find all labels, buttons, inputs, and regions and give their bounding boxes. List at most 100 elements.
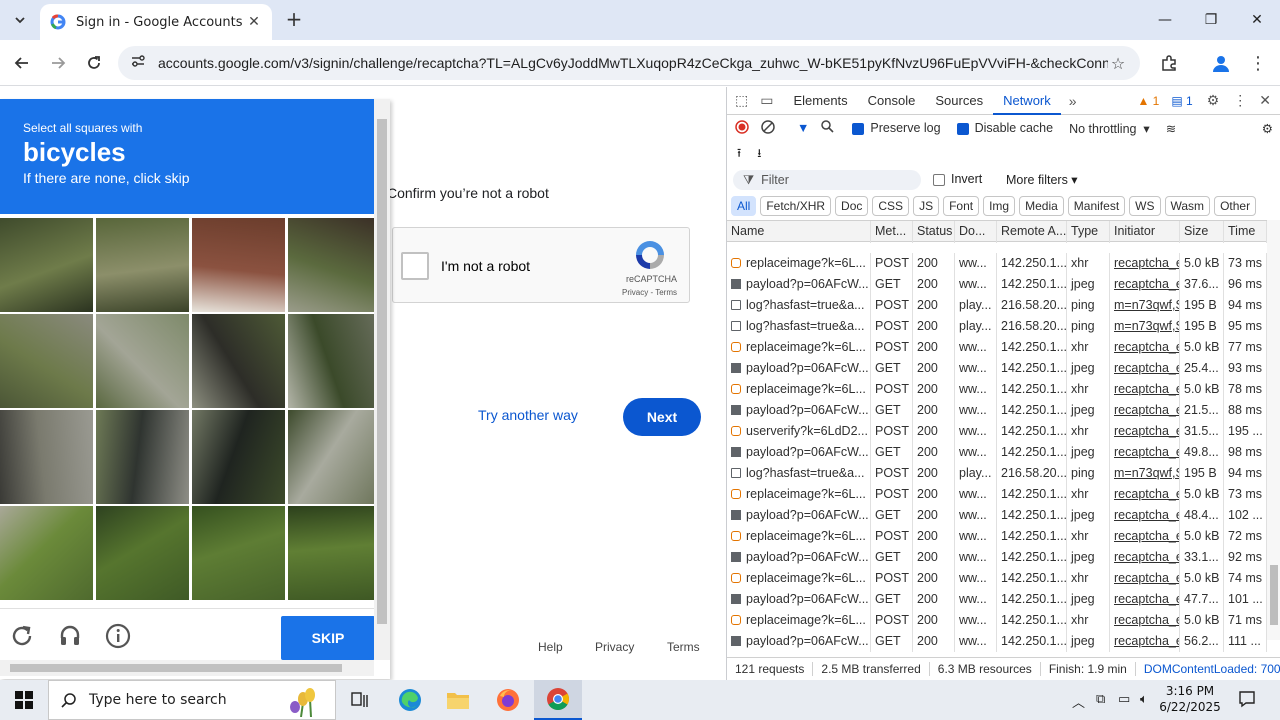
browser-menu-icon[interactable]: ⋮ (1244, 49, 1272, 77)
table-row[interactable]: payload?p=06AFcW... GET 200 ww... 142.250.1.… (727, 589, 1280, 610)
captcha-tile[interactable] (288, 506, 381, 600)
tray-chevron-icon[interactable]: ︿ (1072, 692, 1085, 711)
captcha-tile[interactable] (0, 506, 93, 600)
skip-button[interactable]: SKIP (281, 616, 375, 660)
table-row[interactable]: log?hasfast=true&a... POST 200 play... 216.5… (727, 316, 1280, 337)
reload-button[interactable] (80, 49, 108, 77)
scrollbar-thumb[interactable] (10, 664, 342, 672)
network-settings-icon[interactable]: ⚙ (1254, 121, 1280, 136)
table-row[interactable]: replaceimage?k=6L... POST 200 ww... 142.250.… (727, 337, 1280, 358)
device-toolbar-icon[interactable]: ▭ (754, 92, 783, 109)
tab-search-button[interactable] (8, 8, 32, 32)
restore-button[interactable]: ❐ (1188, 0, 1234, 40)
challenge-vertical-scrollbar[interactable] (374, 99, 390, 660)
table-row[interactable]: replaceimage?k=6L... POST 200 ww... 142.250.… (727, 379, 1280, 400)
site-info-icon[interactable] (130, 53, 152, 73)
table-row[interactable]: replaceimage?k=6L... POST 200 ww... 142.250.… (727, 568, 1280, 589)
chrome-icon[interactable] (534, 680, 582, 720)
column-header[interactable]: Status (913, 221, 955, 242)
export-har-icon[interactable]: ⭳ (749, 144, 769, 165)
audio-challenge-icon[interactable] (55, 621, 85, 651)
table-row[interactable]: replaceimage?k=6L... POST 200 ww... 142.250.… (727, 610, 1280, 631)
column-header[interactable]: Do... (955, 221, 997, 242)
table-row[interactable]: replaceimage?k=6L... POST 200 ww... 142.250.… (727, 526, 1280, 547)
new-tab-button[interactable]: + (282, 8, 306, 32)
edge-icon[interactable] (386, 680, 434, 720)
column-header[interactable]: Size (1180, 221, 1224, 242)
type-filter-font[interactable]: Font (943, 196, 980, 216)
address-bar[interactable]: accounts.google.com/v3/signin/challenge/… (118, 46, 1140, 80)
filter-icon[interactable]: ▼ (789, 121, 817, 135)
type-filter-js[interactable]: JS (913, 196, 940, 216)
column-header[interactable]: Met... (871, 221, 913, 242)
table-row[interactable]: payload?p=06AFcW... GET 200 ww... 142.250.1.… (727, 400, 1280, 421)
type-filter-ws[interactable]: WS (1129, 196, 1161, 216)
search-icon[interactable] (817, 120, 844, 136)
footer-privacy-link[interactable]: Privacy (595, 640, 634, 654)
type-filter-all[interactable]: All (731, 196, 757, 216)
network-icon[interactable]: ▭ (1118, 692, 1130, 707)
captcha-tile[interactable] (96, 314, 189, 408)
captcha-tile[interactable] (0, 314, 93, 408)
warnings-badge[interactable]: ▲ 1 (1131, 94, 1165, 108)
close-window-button[interactable]: ✕ (1234, 0, 1280, 40)
scrollbar-thumb[interactable] (377, 119, 387, 624)
profile-avatar-icon[interactable] (1207, 49, 1235, 77)
table-row[interactable]: replaceimage?k=6L... POST 200 ww... 142.250.… (727, 253, 1280, 274)
type-filter-fetchxhr[interactable]: Fetch/XHR (760, 196, 832, 216)
network-table-scrollbar[interactable] (1267, 220, 1280, 640)
recaptcha-checkbox[interactable] (401, 252, 429, 280)
throttling-select[interactable]: No throttling ▾ (1061, 121, 1158, 136)
more-tabs-icon[interactable]: » (1061, 93, 1085, 109)
column-header[interactable]: Type (1067, 221, 1110, 242)
scrollbar-thumb[interactable] (1270, 565, 1278, 625)
taskbar-search-box[interactable]: Type here to search (48, 680, 336, 720)
back-button[interactable] (8, 49, 36, 77)
reload-challenge-icon[interactable] (7, 621, 37, 651)
taskbar-clock[interactable]: 3:16 PM 6/22/2025 (1150, 683, 1230, 715)
bookmark-star-icon[interactable]: ☆ (1108, 54, 1128, 73)
disable-cache-checkbox[interactable]: Disable cache (949, 121, 1062, 135)
captcha-tile[interactable] (192, 410, 285, 504)
network-conditions-icon[interactable]: ≋ (1158, 121, 1184, 136)
settings-gear-icon[interactable]: ⚙ (1199, 92, 1228, 109)
table-row[interactable]: payload?p=06AFcW... GET 200 ww... 142.250.1.… (727, 358, 1280, 379)
table-row[interactable]: payload?p=06AFcW... GET 200 ww... 142.250.1.… (727, 505, 1280, 526)
captcha-tile[interactable] (192, 314, 285, 408)
devtools-menu-icon[interactable]: ⋮ (1227, 92, 1253, 109)
devtools-tab-console[interactable]: Console (858, 87, 926, 115)
captcha-tile[interactable] (288, 410, 381, 504)
column-header[interactable]: Time (1224, 221, 1267, 242)
captcha-tile[interactable] (288, 314, 381, 408)
challenge-horizontal-scrollbar[interactable] (0, 660, 374, 676)
type-filter-wasm[interactable]: Wasm (1164, 196, 1211, 216)
start-button[interactable] (0, 680, 48, 720)
recaptcha-privacy-terms[interactable]: Privacy - Terms (622, 288, 677, 297)
devtools-tab-network[interactable]: Network (993, 87, 1061, 115)
clear-icon[interactable] (755, 119, 789, 137)
invert-checkbox[interactable]: Invert (933, 172, 982, 186)
try-another-way-button[interactable]: Try another way (470, 401, 586, 429)
minimize-button[interactable]: — (1142, 0, 1188, 40)
task-view-icon[interactable] (336, 680, 384, 720)
notifications-icon[interactable] (1238, 690, 1256, 712)
record-icon[interactable] (727, 119, 755, 137)
browser-tab[interactable]: Sign in - Google Accounts ✕ (40, 4, 272, 40)
type-filter-img[interactable]: Img (983, 196, 1016, 216)
type-filter-manifest[interactable]: Manifest (1067, 196, 1126, 216)
captcha-tile[interactable] (96, 410, 189, 504)
table-row[interactable]: payload?p=06AFcW... GET 200 ww... 142.250.1.… (727, 631, 1280, 652)
table-row[interactable]: userverify?k=6LdD2... POST 200 ww... 142.250… (727, 421, 1280, 442)
close-devtools-icon[interactable]: ✕ (1253, 92, 1280, 109)
table-row[interactable]: payload?p=06AFcW... GET 200 ww... 142.250.1.… (727, 547, 1280, 568)
table-row[interactable]: payload?p=06AFcW... GET 200 ww... 142.250.1.… (727, 274, 1280, 295)
preserve-log-checkbox[interactable]: Preserve log (844, 121, 948, 135)
table-row[interactable]: log?hasfast=true&a... POST 200 play... 216.5… (727, 463, 1280, 484)
firefox-icon[interactable] (484, 680, 532, 720)
extensions-icon[interactable] (1155, 49, 1183, 77)
column-header[interactable]: Initiator (1110, 221, 1180, 242)
type-filter-other[interactable]: Other (1214, 196, 1257, 216)
inspect-element-icon[interactable]: ⬚ (727, 92, 754, 109)
info-icon[interactable] (103, 621, 133, 651)
captcha-tile[interactable] (0, 218, 93, 312)
